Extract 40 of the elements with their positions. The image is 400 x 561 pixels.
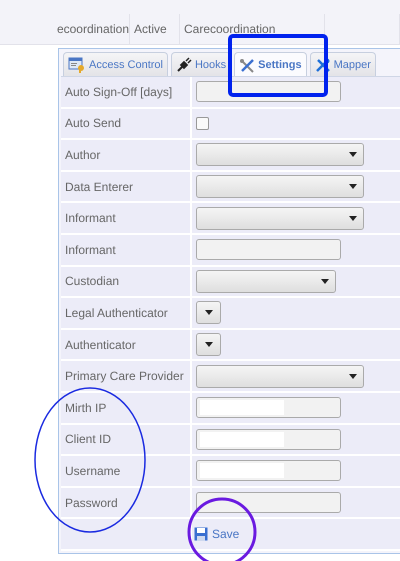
checkbox[interactable] — [196, 116, 209, 130]
dropdown[interactable] — [196, 333, 221, 356]
input-field[interactable] — [196, 492, 341, 514]
tools-icon — [240, 58, 254, 72]
caret-icon — [349, 374, 357, 379]
caret-icon — [349, 152, 357, 158]
caret-icon — [349, 216, 357, 221]
field-label: Auto Sign-Off [days] — [61, 77, 192, 107]
field-label: Username — [61, 456, 192, 486]
field-label: Informant — [61, 234, 192, 265]
field-label: Client ID — [61, 424, 192, 454]
caret-icon — [204, 342, 212, 348]
input-field[interactable] — [196, 397, 341, 418]
field-label: Custodian — [61, 266, 192, 296]
card-key-icon — [68, 58, 84, 73]
tab[interactable]: Settings — [234, 52, 307, 76]
field-label: Mirth IP — [61, 392, 192, 423]
field-label: Informant — [61, 203, 192, 233]
field-label: Authenticator — [61, 330, 192, 360]
tab[interactable]: Mapper — [310, 52, 376, 76]
caret-icon — [349, 184, 357, 190]
caret-icon — [321, 278, 329, 284]
wrench-icon — [315, 58, 330, 72]
input-field[interactable] — [196, 460, 341, 482]
field-label: Password — [61, 488, 192, 518]
save-button[interactable]: Save — [194, 525, 240, 544]
field-label: Data Enterer — [61, 172, 192, 202]
plug-icon — [177, 57, 192, 72]
tab[interactable]: Access Control — [63, 52, 168, 76]
field-label: Auto Send — [61, 108, 192, 138]
dropdown[interactable] — [196, 301, 221, 324]
table-cell-text: Carecoordination — [184, 21, 276, 38]
input-field[interactable] — [196, 239, 341, 260]
input-field[interactable] — [196, 428, 341, 450]
field-label: Author — [61, 140, 192, 170]
field-label: Legal Authenticator — [61, 298, 192, 328]
table-cell-text: Active — [134, 21, 167, 38]
field-label: Primary Care Provider — [61, 361, 192, 391]
table-cell-text: ecoordination — [56, 21, 129, 38]
caret-icon — [204, 310, 212, 316]
